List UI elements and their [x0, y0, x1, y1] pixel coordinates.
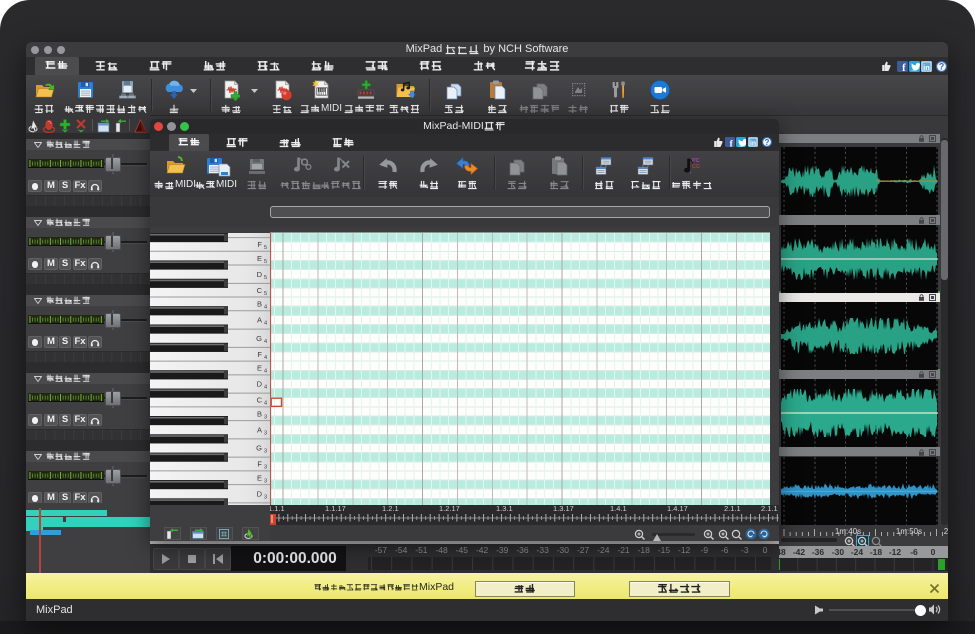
- svg-text:4: 4: [264, 369, 267, 375]
- svg-text:D: D: [257, 380, 263, 389]
- svg-text:4: 4: [264, 339, 267, 345]
- svg-text:G: G: [256, 444, 262, 453]
- svg-text:B: B: [257, 300, 262, 309]
- svg-text:in: in: [750, 140, 756, 147]
- svg-text:?: ?: [765, 138, 770, 147]
- svg-text:3: 3: [264, 449, 267, 455]
- svg-text:CC: CC: [692, 164, 700, 170]
- svg-text:D: D: [257, 270, 263, 279]
- svg-text:G: G: [256, 334, 262, 343]
- svg-text:A: A: [257, 316, 262, 325]
- svg-text:5: 5: [264, 259, 267, 265]
- svg-text:f: f: [902, 63, 906, 72]
- svg-text:5: 5: [264, 291, 267, 297]
- svg-text:3: 3: [264, 478, 267, 484]
- svg-text:4: 4: [264, 305, 267, 311]
- svg-text:A: A: [257, 425, 262, 434]
- svg-text:C: C: [257, 396, 263, 405]
- svg-text:F: F: [257, 350, 262, 359]
- svg-text:5: 5: [264, 245, 267, 251]
- svg-text:4: 4: [264, 321, 267, 327]
- svg-text:5: 5: [264, 275, 267, 281]
- svg-text:3: 3: [264, 465, 267, 471]
- svg-text:3: 3: [264, 430, 267, 436]
- svg-text:3: 3: [264, 494, 267, 500]
- svg-text:4: 4: [264, 385, 267, 391]
- svg-text:F: F: [257, 240, 262, 249]
- svg-text:E: E: [257, 254, 262, 263]
- svg-text:C: C: [257, 286, 263, 295]
- svg-text:I: I: [690, 170, 691, 175]
- svg-text:D: D: [257, 489, 263, 498]
- svg-text:3: 3: [264, 414, 267, 420]
- svg-text:E: E: [257, 364, 262, 373]
- svg-text:4: 4: [264, 355, 267, 361]
- svg-text:?: ?: [938, 61, 943, 71]
- svg-text:E: E: [257, 473, 262, 482]
- svg-text:in: in: [923, 63, 930, 72]
- svg-text:B: B: [257, 409, 262, 418]
- svg-text:F: F: [257, 460, 262, 469]
- svg-text:4: 4: [264, 401, 267, 407]
